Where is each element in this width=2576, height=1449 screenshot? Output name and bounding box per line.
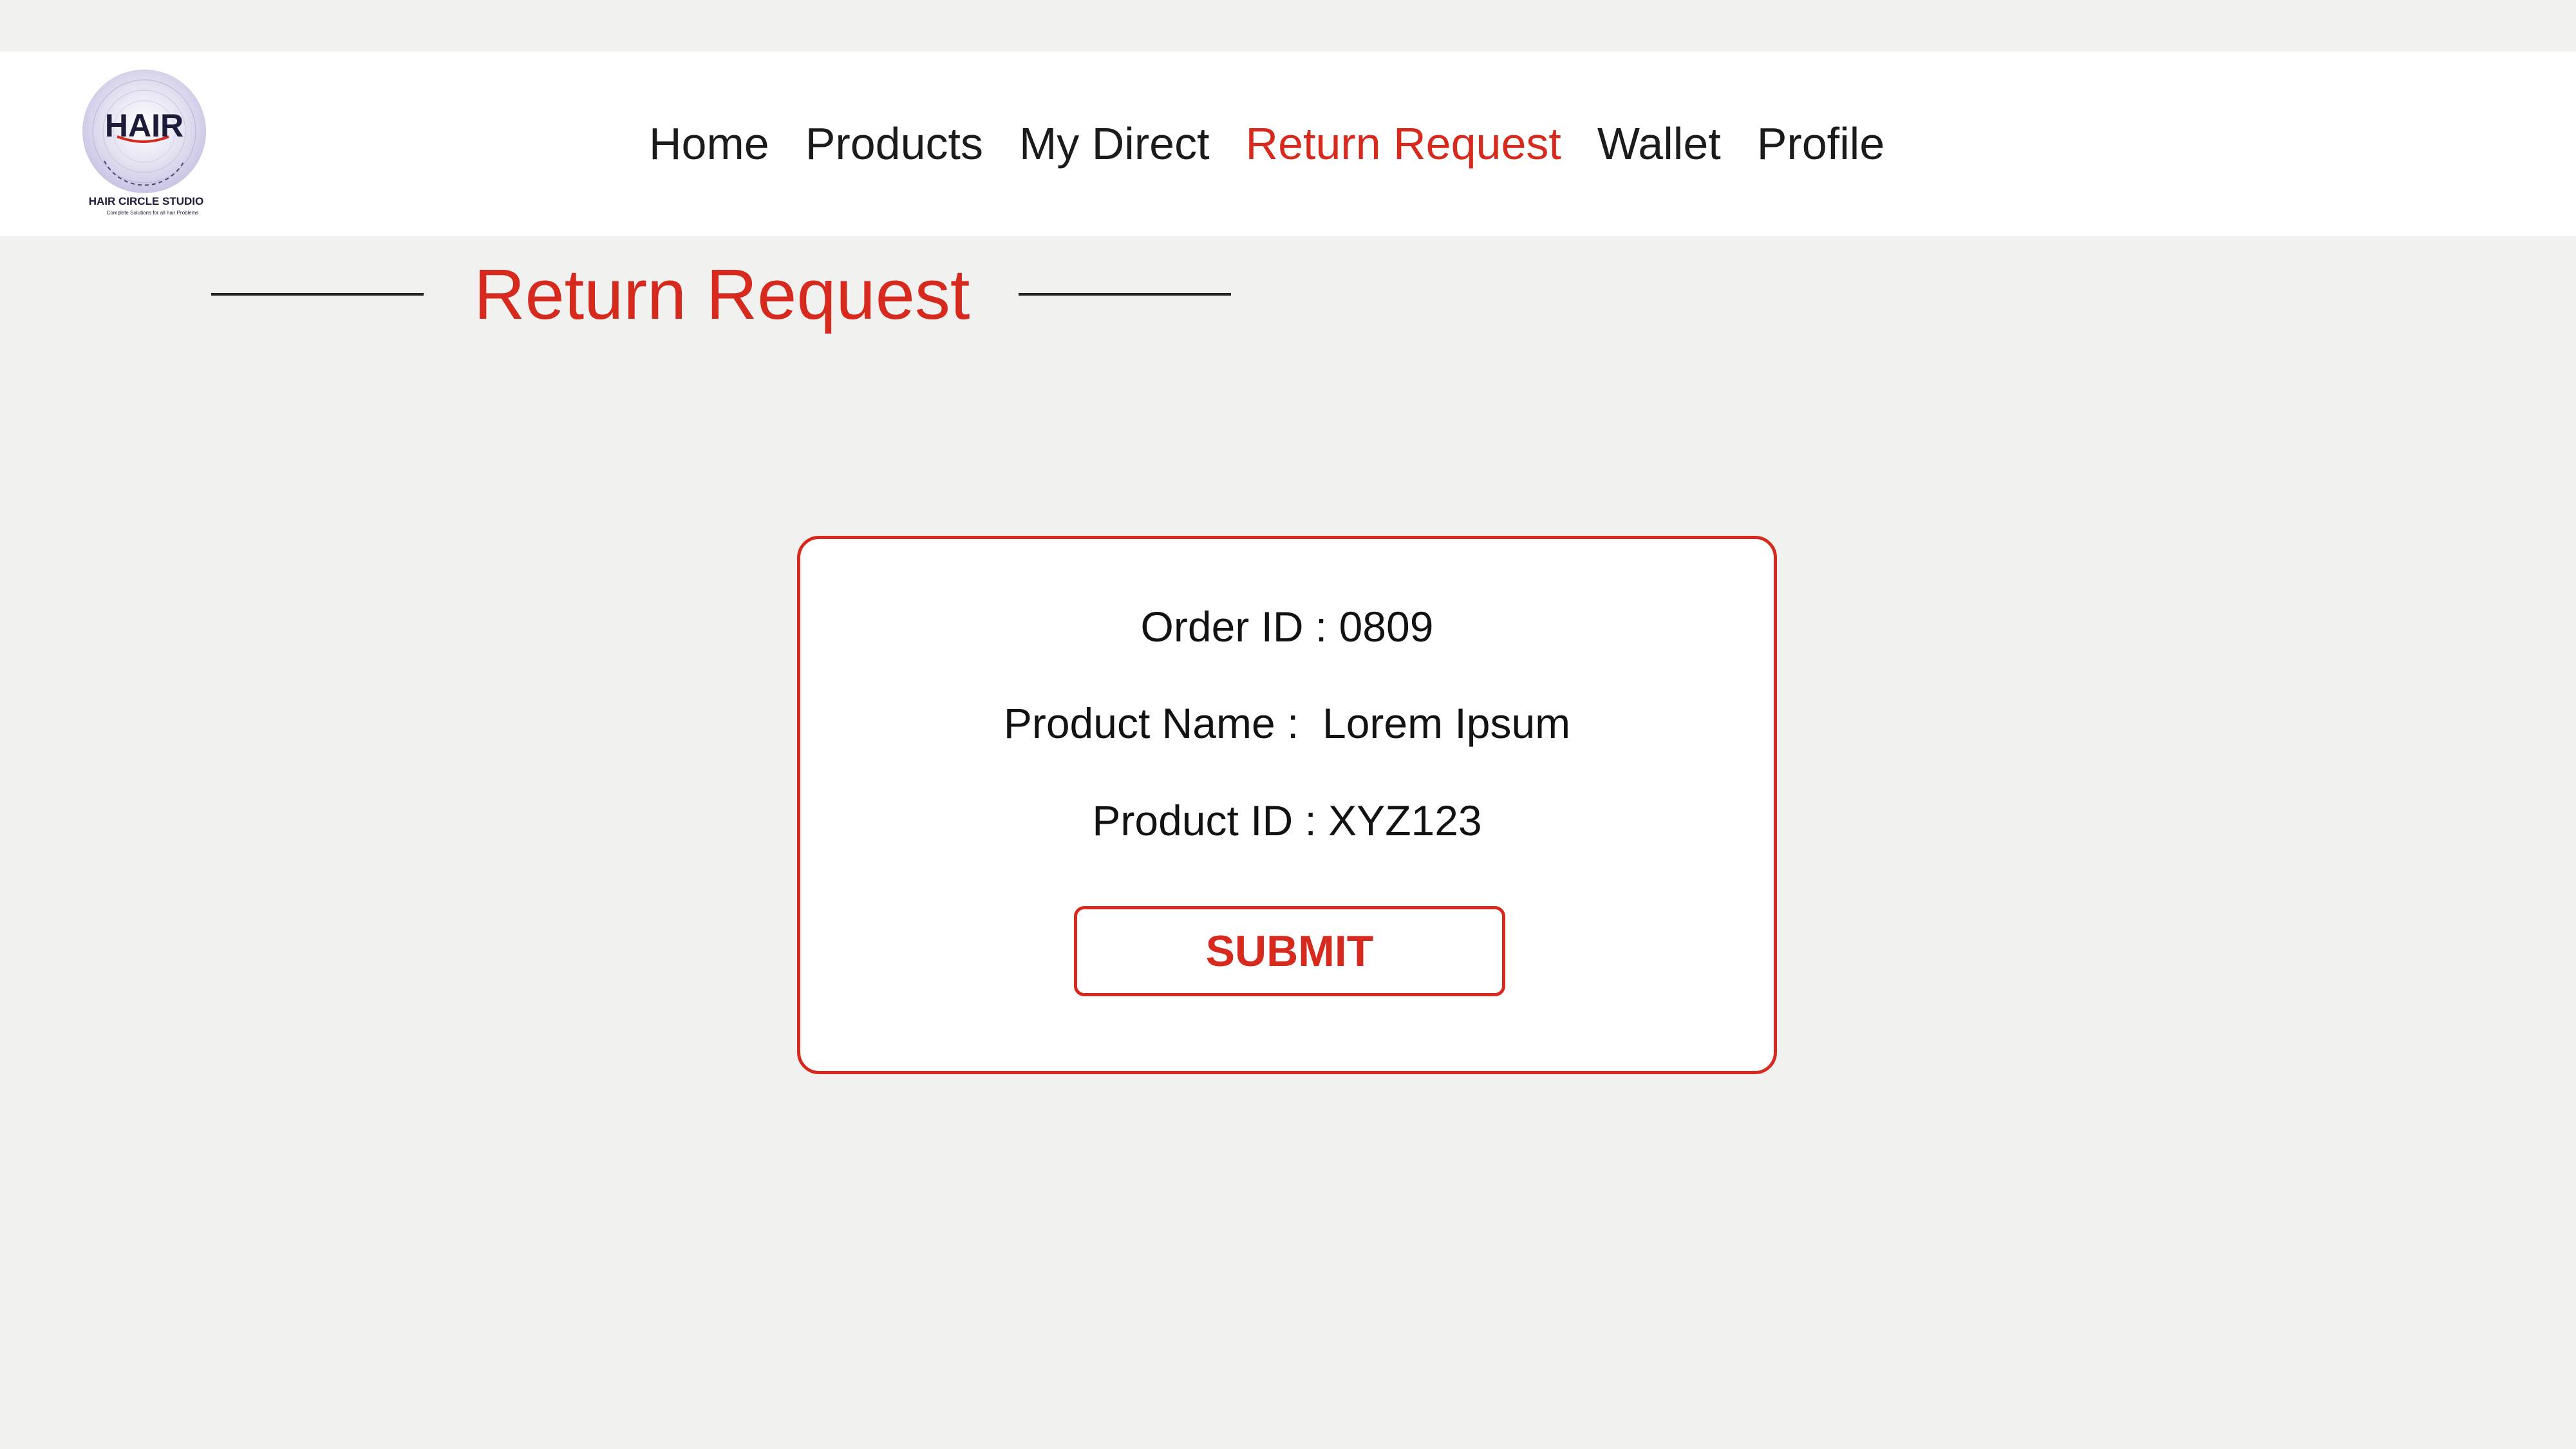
product-id-text: Product ID : XYZ123 [1092, 797, 1482, 844]
nav-item-profile[interactable]: Profile [1757, 118, 1885, 169]
nav-item-return-request[interactable]: Return Request [1246, 118, 1561, 169]
product-name-text: Product Name : Lorem Ipsum [1003, 699, 1571, 747]
hair-circle-studio-logo[interactable]: HAIR HAIR CIRCLE STUDIO Complete Solutio… [72, 64, 220, 219]
nav-item-my-direct[interactable]: My Direct [1019, 118, 1210, 169]
page-title: Return Request [474, 255, 970, 334]
top-navbar: HAIR HAIR CIRCLE STUDIO Complete Solutio… [0, 52, 2576, 236]
nav-item-products[interactable]: Products [805, 118, 983, 169]
logo-wordmark: HAIR [105, 108, 183, 144]
logo-studio-name: HAIR CIRCLE STUDIO [89, 195, 204, 207]
main-nav: Home Products My Direct Return Request W… [649, 52, 1885, 236]
title-divider-right [1019, 293, 1231, 296]
order-id-text: Order ID : 0809 [1140, 603, 1434, 650]
return-request-card: Order ID : 0809 Product Name : Lorem Ips… [797, 536, 1777, 1074]
submit-button[interactable]: SUBMIT [1074, 906, 1505, 996]
logo-tagline: Complete Solutions for all hair Problems [107, 210, 199, 216]
nav-item-home[interactable]: Home [649, 118, 769, 169]
title-divider-left [211, 293, 424, 296]
nav-item-wallet[interactable]: Wallet [1597, 118, 1721, 169]
